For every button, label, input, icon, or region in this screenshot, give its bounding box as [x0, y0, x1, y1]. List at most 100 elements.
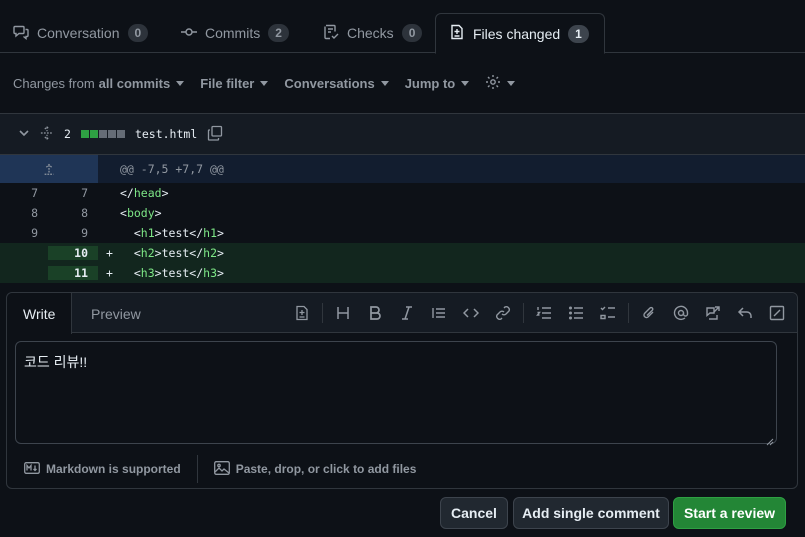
tab-label: Conversation — [37, 25, 120, 41]
pr-tabs: Conversation 0 Commits 2 Checks 0 Files … — [0, 0, 805, 54]
gear-icon — [485, 74, 501, 93]
copy-icon[interactable] — [207, 125, 223, 144]
code-icon[interactable] — [455, 297, 487, 329]
attach-files[interactable]: Paste, drop, or click to add files — [213, 460, 417, 478]
jump-to-label: Jump to — [404, 75, 456, 91]
ordered-list-icon[interactable] — [528, 297, 560, 329]
markdown-icon — [24, 461, 40, 477]
unordered-list-icon[interactable] — [560, 297, 592, 329]
diff-row-added[interactable]: 11 + <h3>test</h3> — [0, 263, 805, 283]
suggestion-icon[interactable] — [286, 297, 318, 329]
hunk-header: @@ -7,5 +7,7 @@ — [0, 155, 805, 183]
new-line-number[interactable]: 11 — [48, 266, 98, 280]
new-line-number[interactable]: 8 — [48, 206, 98, 220]
changes-prefix: Changes from — [13, 75, 95, 91]
checklist-icon — [323, 24, 339, 43]
paperclip-icon[interactable] — [633, 297, 665, 329]
italic-icon[interactable] — [391, 297, 423, 329]
diff-row[interactable]: 9 9 <h1>test</h1> — [0, 223, 805, 243]
code-text: <body> — [120, 206, 162, 220]
caret-down-icon — [461, 80, 470, 86]
diff-row-added[interactable]: 10 + <h2>test</h2> — [0, 243, 805, 263]
comment-form-header: Write Preview — [7, 293, 797, 334]
code-text: <h1>test</h1> — [133, 226, 224, 240]
tab-files-changed[interactable]: Files changed 1 — [435, 13, 605, 54]
cancel-button[interactable]: Cancel — [440, 497, 508, 529]
new-line-number[interactable]: 9 — [48, 226, 98, 240]
tab-commits[interactable]: Commits 2 — [168, 13, 302, 53]
diff-row[interactable]: 8 8 <body> — [0, 203, 805, 223]
markdown-note: Markdown is supported — [46, 462, 181, 476]
reply-icon[interactable] — [729, 297, 761, 329]
heading-icon[interactable] — [327, 297, 359, 329]
jump-to-dropdown[interactable]: Jump to — [405, 76, 470, 91]
diff-sign: + — [106, 246, 113, 260]
caret-down-icon — [176, 80, 185, 86]
expand-up-icon[interactable] — [0, 155, 98, 183]
count-badge: 2 — [268, 24, 289, 42]
old-line-number[interactable]: 9 — [0, 226, 48, 240]
tab-conversation[interactable]: Conversation 0 — [0, 13, 161, 53]
start-review-button[interactable]: Start a review — [673, 497, 786, 529]
file-header: 2 test.html — [0, 113, 805, 155]
expand-all-icon[interactable] — [40, 125, 54, 143]
file-diff-icon — [449, 24, 465, 43]
count-badge: 0 — [401, 24, 423, 42]
count-badge: 1 — [568, 24, 589, 43]
new-line-number[interactable]: 10 — [48, 246, 98, 260]
resize-handle-icon[interactable] — [766, 433, 774, 446]
code-line: + <h2>test</h2> — [98, 246, 224, 260]
fullscreen-icon[interactable] — [761, 297, 793, 329]
tab-label: Files changed — [473, 25, 561, 42]
caret-down-icon — [507, 80, 516, 86]
comment-textarea[interactable]: 코드 리뷰!! — [15, 341, 777, 446]
git-commit-icon — [181, 24, 197, 43]
code-line: </head> — [98, 186, 169, 200]
file-filter-label: File filter — [200, 75, 255, 91]
comment-body: 코드 리뷰!! — [24, 354, 88, 370]
conversations-dropdown[interactable]: Conversations — [284, 75, 389, 91]
code-line: <body> — [98, 206, 162, 220]
diff-row[interactable]: 7 7 </head> — [0, 183, 805, 203]
file-name[interactable]: test.html — [135, 127, 197, 141]
comment-discussion-icon — [13, 24, 29, 43]
diff-toolbar: Changes from all commits File filter Con… — [0, 53, 805, 113]
comment-form: Write Preview 코드 리뷰!! Markdown is suppor… — [6, 292, 798, 489]
tab-checks[interactable]: Checks 0 — [310, 13, 435, 53]
link-icon[interactable] — [487, 297, 519, 329]
hunk-text: @@ -7,5 +7,7 @@ — [120, 162, 224, 176]
new-line-number[interactable]: 7 — [48, 186, 98, 200]
markdown-toolbar — [286, 293, 793, 333]
tasklist-icon[interactable] — [592, 297, 624, 329]
chevron-down-icon[interactable] — [18, 127, 30, 142]
code-line: <h1>test</h1> — [98, 226, 224, 240]
image-icon — [213, 460, 230, 478]
code-text: <h3>test</h3> — [133, 266, 224, 280]
tab-label: Commits — [205, 25, 261, 41]
old-line-number[interactable]: 8 — [0, 206, 48, 220]
caret-down-icon — [260, 80, 269, 86]
tab-preview[interactable]: Preview — [75, 293, 157, 334]
code-text: <h2>test</h2> — [133, 246, 224, 260]
changes-value: all commits — [98, 75, 171, 91]
diff-table: @@ -7,5 +7,7 @@ 7 7 </head> 8 8 <body> 9… — [0, 155, 805, 283]
code-line: + <h3>test</h3> — [98, 266, 224, 280]
bold-icon[interactable] — [359, 297, 391, 329]
old-line-number[interactable]: 7 — [0, 186, 48, 200]
count-badge: 0 — [127, 24, 149, 42]
cross-reference-icon[interactable] — [697, 297, 729, 329]
file-filter-dropdown[interactable]: File filter — [200, 75, 269, 91]
diff-sign: + — [106, 266, 113, 280]
tab-write[interactable]: Write — [7, 293, 73, 334]
markdown-help-link[interactable]: Markdown is supported — [24, 461, 181, 477]
quote-icon[interactable] — [423, 297, 455, 329]
conversations-label: Conversations — [284, 75, 375, 91]
mention-icon[interactable] — [665, 297, 697, 329]
settings-dropdown[interactable] — [485, 74, 516, 93]
tab-label: Checks — [347, 25, 394, 41]
attach-note: Paste, drop, or click to add files — [235, 462, 417, 476]
diffstat — [80, 130, 125, 138]
changes-from-dropdown[interactable]: Changes from all commits — [13, 75, 185, 91]
add-single-comment-button[interactable]: Add single comment — [513, 497, 669, 529]
caret-down-icon — [380, 80, 389, 86]
